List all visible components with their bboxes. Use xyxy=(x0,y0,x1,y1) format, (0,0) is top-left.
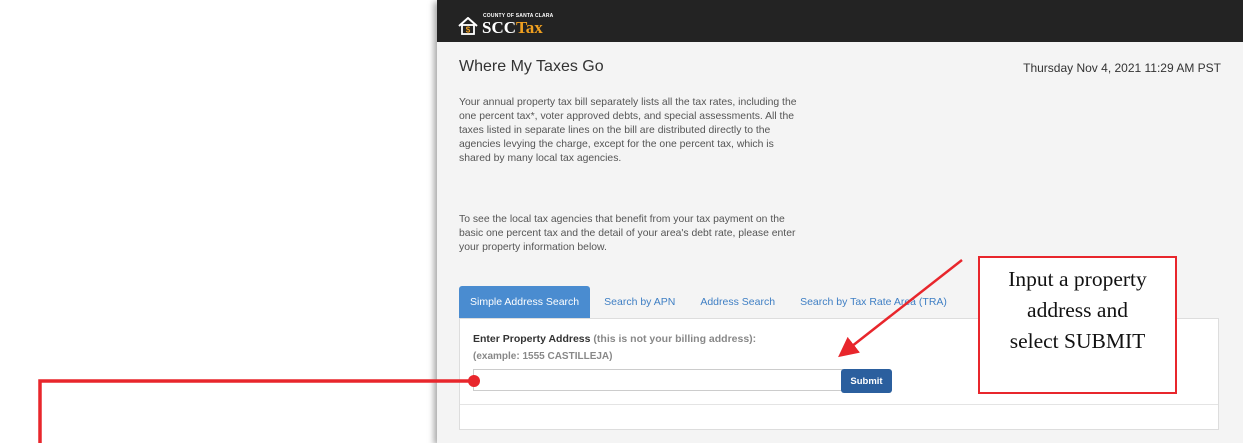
brand-suffix: Tax xyxy=(516,18,543,37)
address-label-note: (this is not your billing address): xyxy=(593,333,757,345)
property-address-input[interactable] xyxy=(473,369,843,391)
callout-line-3: select SUBMIT xyxy=(1009,329,1146,353)
address-label-text: Enter Property Address xyxy=(473,333,591,345)
tab-search-by-apn[interactable]: Search by APN xyxy=(593,286,686,318)
site-header: $ COUNTY OF SANTA CLARA SCCTax xyxy=(437,0,1243,42)
house-dollar-icon: $ xyxy=(458,17,478,35)
pointer-line xyxy=(38,379,474,443)
brand-prefix: SCC xyxy=(482,18,517,37)
callout-text: Input a property address and select SUBM… xyxy=(980,264,1175,357)
instruction-callout: Input a property address and select SUBM… xyxy=(978,256,1177,394)
address-field-label: Enter Property Address (this is not your… xyxy=(473,333,756,345)
page-title: Where My Taxes Go xyxy=(459,58,604,75)
callout-line-2: address and xyxy=(1027,298,1128,322)
tab-address-search[interactable]: Address Search xyxy=(689,286,786,318)
svg-text:$: $ xyxy=(466,26,471,35)
tab-simple-address-search[interactable]: Simple Address Search xyxy=(459,286,591,318)
intro-paragraph: Your annual property tax bill separately… xyxy=(459,97,797,164)
callout-line-1: Input a property xyxy=(1008,267,1147,291)
panel-divider xyxy=(460,404,1218,405)
tab-search-by-tra[interactable]: Search by Tax Rate Area (TRA) xyxy=(789,286,958,318)
current-datetime: Thursday Nov 4, 2021 11:29 AM PST xyxy=(1023,61,1221,75)
address-example: (example: 1555 CASTILLEJA) xyxy=(473,351,613,362)
submit-button[interactable]: Submit xyxy=(841,369,892,393)
search-tabs: Simple Address Search Search by APN Addr… xyxy=(459,286,961,318)
site-logo[interactable]: SCCTax xyxy=(482,18,543,38)
instructions-paragraph: To see the local tax agencies that benef… xyxy=(459,214,796,253)
